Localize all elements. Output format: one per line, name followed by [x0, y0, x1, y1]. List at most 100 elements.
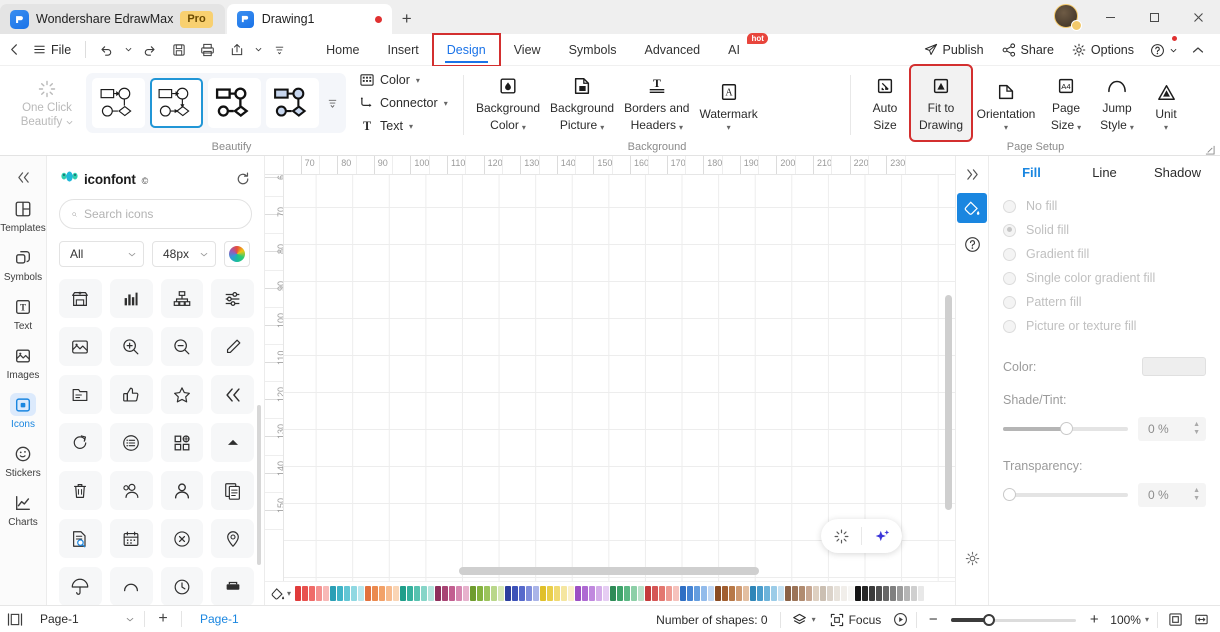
icon-result-location-pin-icon[interactable] [211, 519, 254, 558]
redo-icon[interactable] [136, 37, 163, 63]
palette-swatches[interactable] [295, 586, 949, 601]
palette-swatch[interactable] [365, 586, 372, 601]
tab-view[interactable]: View [500, 34, 555, 66]
chevron-down-icon[interactable]: ▾ [679, 124, 683, 132]
beautify-style-filled-blue[interactable] [266, 78, 319, 128]
zoom-out-button[interactable]: − [921, 608, 945, 632]
help-circle-icon[interactable] [957, 229, 987, 259]
file-menu-button[interactable]: File [29, 37, 79, 63]
palette-swatch[interactable] [589, 586, 596, 601]
publish-button[interactable]: Publish [916, 37, 992, 63]
color-wheel-icon[interactable] [224, 241, 250, 267]
palette-swatch[interactable] [687, 586, 694, 601]
page-view-icon[interactable] [0, 606, 30, 632]
palette-swatch[interactable] [883, 586, 890, 601]
tab-insert[interactable]: Insert [374, 34, 433, 66]
icon-result-zoom-out-icon[interactable] [160, 327, 204, 366]
palette-swatch[interactable] [778, 586, 785, 601]
icon-result-apps-grid-icon[interactable] [160, 423, 204, 462]
palette-swatch[interactable] [785, 586, 792, 601]
quick-access-more-icon[interactable] [266, 37, 293, 63]
palette-swatch[interactable] [624, 586, 631, 601]
background-color-button[interactable]: Background Color ▾ [472, 66, 544, 140]
transparency-spinner[interactable]: 0 % ▲ ▼ [1138, 483, 1206, 507]
palette-swatch[interactable] [729, 586, 736, 601]
horizontal-ruler[interactable]: 6070809010011012013014015016017018019020… [265, 156, 955, 175]
icon-result-list-circle-icon[interactable] [109, 423, 153, 462]
zoom-level-selector[interactable]: 100% ▾ [1106, 613, 1153, 627]
beautify-style-thin-outline[interactable] [92, 78, 145, 128]
palette-swatch[interactable] [414, 586, 421, 601]
palette-swatch[interactable] [316, 586, 323, 601]
options-button[interactable]: Options [1064, 37, 1142, 63]
format-panel-collapse-button[interactable] [958, 161, 986, 187]
icon-result-arc-icon[interactable] [109, 567, 153, 605]
zoom-in-button[interactable]: + [1082, 608, 1106, 632]
page-size-button[interactable]: A4 Page Size ▾ [1041, 66, 1091, 140]
palette-swatch[interactable] [533, 586, 540, 601]
palette-swatch[interactable] [596, 586, 603, 601]
beautify-more-styles-button[interactable] [324, 98, 340, 109]
layers-button[interactable]: ▾ [785, 609, 823, 631]
palette-swatch[interactable] [435, 586, 442, 601]
icon-result-bar-chart-icon[interactable] [109, 279, 153, 318]
sidebar-item-templates[interactable]: Templates [0, 190, 46, 239]
palette-swatch[interactable] [666, 586, 673, 601]
fill-option-gradient-fill[interactable]: Gradient fill [1003, 247, 1220, 261]
palette-swatch[interactable] [351, 586, 358, 601]
spinner-arrows-icon[interactable]: ▲ ▼ [1193, 421, 1200, 436]
one-click-beautify-button[interactable]: One Click Beautify [8, 77, 86, 129]
refresh-icon[interactable] [236, 172, 250, 186]
icon-result-copy-document-icon[interactable] [211, 471, 254, 510]
palette-swatch[interactable] [568, 586, 575, 601]
palette-swatch[interactable] [477, 586, 484, 601]
drawing-canvas[interactable] [284, 175, 955, 581]
palette-swatch[interactable] [561, 586, 568, 601]
sidebar-item-icons[interactable]: Icons [0, 386, 46, 435]
fit-width-icon[interactable] [1188, 606, 1214, 632]
save-icon[interactable] [165, 37, 192, 63]
ai-sparkle-icon[interactable] [862, 519, 902, 553]
icon-result-trash-icon[interactable] [59, 471, 102, 510]
tab-ai[interactable]: AI hot [714, 32, 768, 66]
icon-result-image-icon[interactable] [59, 327, 102, 366]
palette-swatch[interactable] [764, 586, 771, 601]
vertical-scroll-thumb[interactable] [945, 295, 952, 510]
icon-result-star-icon[interactable] [160, 375, 204, 414]
palette-swatch[interactable] [512, 586, 519, 601]
palette-swatch[interactable] [540, 586, 547, 601]
help-button[interactable] [1144, 36, 1181, 63]
palette-swatch[interactable] [862, 586, 869, 601]
palette-swatch[interactable] [470, 586, 477, 601]
slider-knob[interactable] [1059, 422, 1073, 435]
vertical-ruler[interactable]: 60 70 80 90 100 110 120 130 140 150 [265, 175, 284, 581]
search-icons-box[interactable] [59, 199, 252, 229]
icon-result-umbrella-icon[interactable] [59, 567, 102, 605]
transparency-slider[interactable] [1003, 488, 1128, 502]
page-tab-page-1[interactable]: Page-1 [186, 606, 253, 632]
palette-swatch[interactable] [890, 586, 897, 601]
palette-swatch[interactable] [659, 586, 666, 601]
palette-swatch[interactable] [582, 586, 589, 601]
palette-swatch[interactable] [715, 586, 722, 601]
palette-swatch[interactable] [869, 586, 876, 601]
palette-swatch[interactable] [904, 586, 911, 601]
palette-swatch[interactable] [407, 586, 414, 601]
palette-fill-button[interactable]: ▾ [271, 587, 291, 601]
palette-swatch[interactable] [701, 586, 708, 601]
palette-swatch[interactable] [813, 586, 820, 601]
icon-result-zoom-in-icon[interactable] [109, 327, 153, 366]
fill-option-solid-fill[interactable]: Solid fill [1003, 223, 1220, 237]
palette-swatch[interactable] [638, 586, 645, 601]
new-tab-button[interactable]: + [392, 4, 422, 34]
close-button[interactable] [1176, 0, 1220, 34]
app-tab[interactable]: Wondershare EdrawMax Pro [0, 4, 225, 34]
palette-swatch[interactable] [400, 586, 407, 601]
fill-color-swatch[interactable] [1142, 357, 1206, 376]
palette-swatch[interactable] [827, 586, 834, 601]
palette-swatch[interactable] [337, 586, 344, 601]
document-tab[interactable]: Drawing1 [226, 4, 392, 34]
palette-swatch[interactable] [855, 586, 862, 601]
chevron-down-icon[interactable]: ▾ [727, 124, 731, 132]
palette-swatch[interactable] [820, 586, 827, 601]
